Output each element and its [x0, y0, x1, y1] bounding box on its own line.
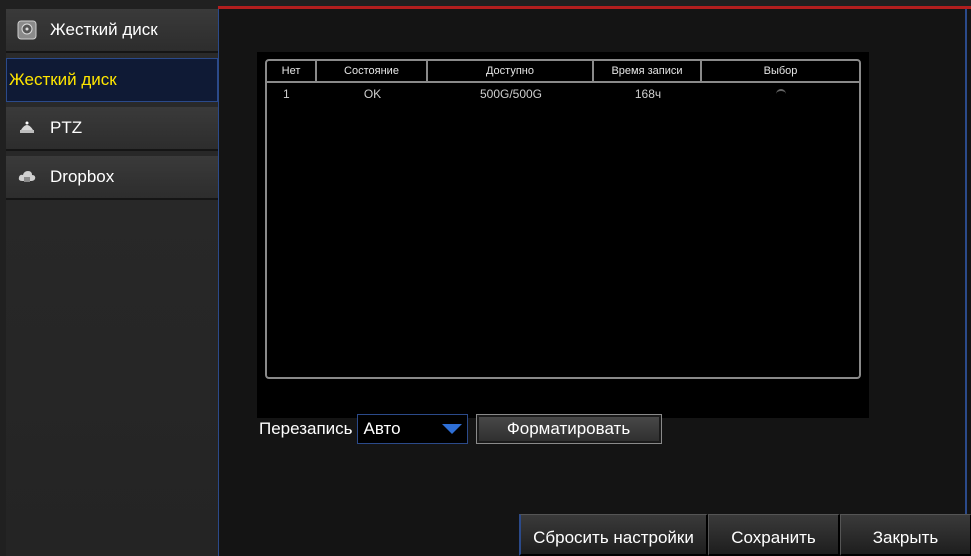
cell-choice [702, 83, 859, 105]
sidebar-header-hard-disk[interactable]: Жесткий диск [6, 9, 218, 53]
close-button[interactable]: Закрыть [840, 514, 971, 556]
cell-available: 500G/500G [479, 87, 543, 101]
table-header: Нет Состояние Доступно Время записи Выбо… [267, 61, 859, 83]
overwrite-select[interactable]: Авто [356, 414, 468, 444]
cloud-icon [16, 166, 38, 188]
overwrite-select-value: Авто [363, 419, 401, 438]
cell-number: 1 [283, 87, 290, 101]
sidebar-item-ptz[interactable]: PTZ [6, 107, 218, 151]
sidebar-item-label: PTZ [50, 118, 83, 137]
overwrite-row: Перезапись Авто Форматировать [259, 413, 662, 445]
save-button[interactable]: Сохранить [708, 514, 840, 556]
main-right-border [965, 9, 967, 556]
cell-state: OK [363, 87, 382, 101]
column-header-record-time[interactable]: Время записи [594, 61, 702, 81]
cell-record-time: 168ч [634, 87, 662, 101]
disk-table-panel: Нет Состояние Доступно Время записи Выбо… [257, 52, 869, 418]
sidebar-item-hard-disk[interactable]: Жесткий диск [6, 58, 218, 102]
ptz-camera-icon [16, 117, 38, 139]
column-header-state[interactable]: Состояние [317, 61, 428, 81]
disk-table: Нет Состояние Доступно Время записи Выбо… [265, 59, 861, 379]
footer-buttons: Сбросить настройки Сохранить Закрыть [519, 514, 971, 556]
sidebar: Жесткий диск Жесткий диск PTZ Dropbox [6, 9, 218, 556]
table-row[interactable]: 1 OK 500G/500G 168ч [267, 83, 859, 107]
column-header-number[interactable]: Нет [267, 61, 317, 81]
sidebar-item-dropbox[interactable]: Dropbox [6, 156, 218, 200]
hard-disk-icon [16, 19, 38, 41]
overwrite-label: Перезапись [259, 419, 353, 438]
format-button[interactable]: Форматировать [475, 414, 662, 444]
chevron-down-icon[interactable] [437, 415, 467, 443]
sidebar-item-label: Жесткий диск [9, 70, 117, 89]
column-header-available[interactable]: Доступно [428, 61, 594, 81]
reset-settings-button[interactable]: Сбросить настройки [519, 514, 708, 556]
main-panel: Нет Состояние Доступно Время записи Выбо… [218, 9, 971, 556]
sidebar-header-label: Жесткий диск [50, 20, 158, 39]
sidebar-item-label: Dropbox [50, 167, 115, 186]
column-header-choice[interactable]: Выбор [702, 61, 859, 81]
app-window: Жесткий диск Жесткий диск PTZ Dropbox Не… [0, 0, 971, 556]
select-radio[interactable] [775, 89, 786, 99]
